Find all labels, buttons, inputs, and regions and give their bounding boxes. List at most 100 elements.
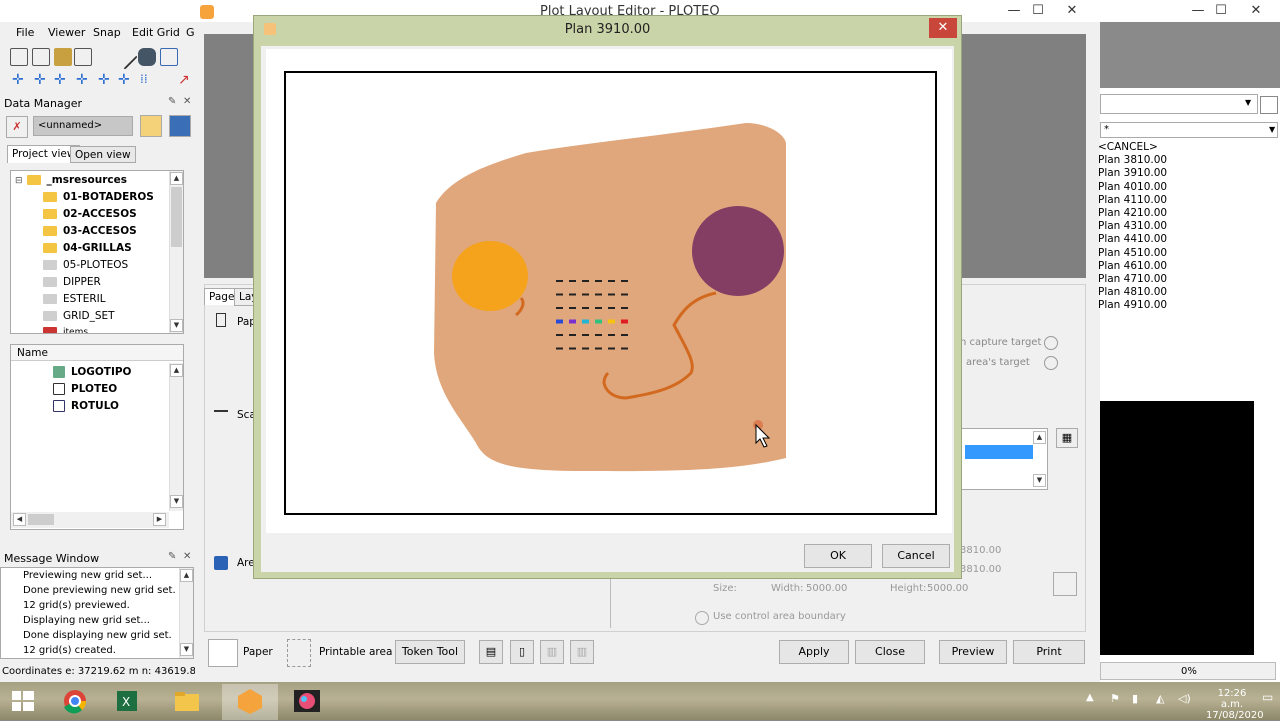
plan-list-item[interactable]: Plan 4810.00 xyxy=(1098,286,1167,299)
outer-close-button[interactable]: ✕ xyxy=(1246,2,1266,20)
plan-list-item[interactable]: <CANCEL> xyxy=(1098,141,1158,154)
close-button[interactable]: ✕ xyxy=(1062,2,1082,20)
layout-align-right-icon[interactable]: ▥ xyxy=(570,640,594,664)
print-button[interactable]: Print xyxy=(1013,640,1085,664)
paint-icon[interactable] xyxy=(290,686,324,716)
list-item[interactable]: ROTULO xyxy=(53,400,119,417)
chevron-down-icon[interactable]: ▼ xyxy=(1245,98,1251,107)
filter-field[interactable]: * ▼ xyxy=(1100,122,1278,138)
database-icon[interactable] xyxy=(138,48,156,66)
open-icon[interactable] xyxy=(54,48,72,66)
open-folder-icon[interactable] xyxy=(140,115,162,137)
minimize-button[interactable]: — xyxy=(1004,2,1024,20)
snap-edit-icon[interactable]: ✛ xyxy=(118,72,130,88)
menu-snap[interactable]: Snap xyxy=(93,26,121,39)
tree-scrollbar[interactable]: ▲ ▼ xyxy=(169,171,183,333)
panel-close-icon[interactable]: ✕ xyxy=(183,96,191,107)
plan-list-item[interactable]: Plan 4910.00 xyxy=(1098,299,1167,312)
selected-row[interactable] xyxy=(965,445,1033,459)
chevron-down-icon[interactable]: ▼ xyxy=(1269,125,1275,134)
scroll-up-icon[interactable]: ▲ xyxy=(1033,431,1046,444)
file-scrollbar[interactable]: ▲ ▼ xyxy=(169,363,183,511)
outer-maximize-button[interactable]: ☐ xyxy=(1211,2,1231,20)
scroll-left-icon[interactable]: ◀ xyxy=(13,513,26,526)
plan-list-item[interactable]: Plan 3910.00 xyxy=(1098,167,1167,180)
snap-dots-icon[interactable]: ⁞⁞ xyxy=(140,72,148,86)
plan-list-item[interactable]: Plan 4110.00 xyxy=(1098,194,1167,207)
tree-item[interactable]: ⊟ _msresources xyxy=(15,174,127,191)
file-explorer-icon[interactable] xyxy=(170,686,204,716)
plan-list-item[interactable]: Plan 4010.00 xyxy=(1098,181,1167,194)
scroll-down-icon[interactable]: ▼ xyxy=(180,643,193,656)
snap-grid-icon[interactable]: ✛ xyxy=(98,72,110,88)
scroll-down-icon[interactable]: ▼ xyxy=(170,495,183,508)
window-icon[interactable] xyxy=(74,48,92,66)
tray-chevron-icon[interactable]: ▲ xyxy=(1086,692,1094,703)
panel-close-icon[interactable]: ✕ xyxy=(183,551,191,562)
outer-minimize-button[interactable]: — xyxy=(1188,2,1208,20)
clear-project-icon[interactable]: ✗ xyxy=(6,116,28,138)
dialog-close-button[interactable]: ✕ xyxy=(929,18,957,38)
pin-icon[interactable]: ✎ xyxy=(168,551,176,562)
area-list[interactable]: ▲ ▼ xyxy=(960,428,1048,490)
notifications-icon[interactable]: ▭ xyxy=(1262,690,1273,704)
control-area-radio[interactable] xyxy=(695,611,709,625)
tree-item[interactable]: 04-GRILLAS xyxy=(43,242,132,259)
pin-icon[interactable]: ✎ xyxy=(168,96,176,107)
token-tool-button[interactable]: Token Tool xyxy=(395,640,465,664)
preview-button[interactable]: Preview xyxy=(939,640,1007,664)
tree-item[interactable]: DIPPER xyxy=(43,276,101,293)
plan-list-item[interactable]: Plan 4510.00 xyxy=(1098,247,1167,260)
edit-shape-icon[interactable] xyxy=(160,48,178,66)
scroll-right-icon[interactable]: ▶ xyxy=(153,513,166,526)
tray-battery-icon[interactable]: ▮ xyxy=(1132,692,1138,705)
plan-list-item[interactable]: Plan 4310.00 xyxy=(1098,220,1167,233)
menu-more[interactable]: G xyxy=(186,26,195,39)
project-name-field[interactable]: <unnamed> xyxy=(33,116,133,136)
tree-item[interactable]: items xyxy=(43,327,88,333)
snap-midpoint-icon[interactable]: ✛ xyxy=(76,72,88,88)
layout-page-icon[interactable]: ▯ xyxy=(510,640,534,664)
scroll-thumb[interactable] xyxy=(28,514,54,525)
scroll-up-icon[interactable]: ▲ xyxy=(170,364,183,377)
layout-print-icon[interactable]: ▤ xyxy=(479,640,503,664)
scroll-up-icon[interactable]: ▲ xyxy=(170,172,183,185)
scroll-down-icon[interactable]: ▼ xyxy=(170,319,183,332)
message-scrollbar[interactable]: ▲ ▼ xyxy=(179,568,193,658)
scroll-thumb[interactable] xyxy=(171,187,182,247)
menu-edit-grid[interactable]: Edit Grid xyxy=(132,26,180,39)
scroll-up-icon[interactable]: ▲ xyxy=(180,569,193,582)
plan-list-item[interactable]: Plan 4610.00 xyxy=(1098,260,1167,273)
tree-item[interactable]: 05-PLOTEOS xyxy=(43,259,128,276)
apply-button[interactable]: Apply xyxy=(779,640,849,664)
tab-open-view[interactable]: Open view xyxy=(70,146,136,163)
target-icon[interactable] xyxy=(1044,356,1058,370)
snap-point-icon[interactable]: ✛ xyxy=(12,72,24,88)
plan-list-item[interactable]: Plan 4210.00 xyxy=(1098,207,1167,220)
tray-volume-icon[interactable]: ◁) xyxy=(1178,692,1191,705)
chrome-icon[interactable] xyxy=(58,686,92,716)
tree-item[interactable]: 03-ACCESOS xyxy=(43,225,137,242)
pencil-icon[interactable] xyxy=(112,44,138,70)
list-item[interactable]: LOGOTIPO xyxy=(53,366,131,383)
ok-button[interactable]: OK xyxy=(804,544,872,568)
menu-file[interactable]: File xyxy=(16,26,34,39)
target-icon[interactable] xyxy=(1044,336,1058,350)
snap-line-icon[interactable]: ✛ xyxy=(54,72,66,88)
plan-list-item[interactable]: Plan 3810.00 xyxy=(1098,154,1167,167)
scroll-down-icon[interactable]: ▼ xyxy=(1033,474,1046,487)
layout-align-left-icon[interactable]: ▥ xyxy=(540,640,564,664)
tray-clock[interactable]: 12:26 a.m. 17/08/2020 xyxy=(1206,688,1264,721)
plan-list-item[interactable]: Plan 4410.00 xyxy=(1098,233,1167,246)
h-scrollbar[interactable]: ◀ ▶ xyxy=(11,512,169,528)
menu-viewer[interactable]: Viewer xyxy=(48,26,85,39)
windows-start-icon[interactable] xyxy=(6,686,40,716)
tree-item[interactable]: ESTERIL xyxy=(43,293,106,310)
maximize-button[interactable]: ☐ xyxy=(1028,2,1048,20)
tree-item[interactable]: GRID_SET xyxy=(43,310,115,327)
plan-list-item[interactable]: Plan 4710.00 xyxy=(1098,273,1167,286)
snap-off-icon[interactable]: ↗ xyxy=(178,72,190,88)
tray-network-icon[interactable]: ⚑ xyxy=(1110,692,1120,705)
info-icon[interactable] xyxy=(32,48,50,66)
list-icon[interactable] xyxy=(10,48,28,66)
